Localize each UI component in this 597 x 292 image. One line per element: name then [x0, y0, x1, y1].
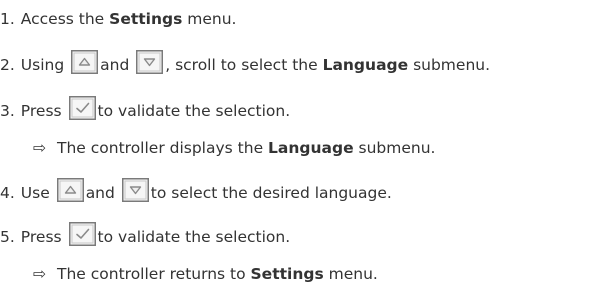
result-text: The controller displays the [57, 139, 269, 157]
step-text: Access the [20, 10, 110, 28]
up-button-icon [71, 50, 99, 74]
step-text: Use [20, 184, 55, 202]
step-text: submenu. [408, 56, 491, 74]
settings-term: Settings [250, 265, 324, 283]
result-text: The controller returns to [57, 265, 251, 283]
step-5: 5. Press to validate the selection. [0, 222, 290, 252]
ok-button-icon [68, 222, 96, 246]
step-5-result: ⇨ The controller returns to Settings men… [33, 262, 378, 286]
step-number: 5. [0, 228, 15, 246]
step-number: 4. [0, 184, 15, 202]
ok-button-icon [68, 96, 96, 120]
step-text: and [85, 184, 120, 202]
step-1: 1. Access the Settings menu. [0, 4, 236, 34]
language-term: Language [322, 56, 409, 74]
result-text: menu. [323, 265, 378, 283]
step-text: to validate the selection. [97, 228, 291, 246]
result-text: submenu. [353, 139, 436, 157]
step-text: Using [20, 56, 70, 74]
up-button-icon [56, 178, 84, 202]
step-3-result: ⇨ The controller displays the Language s… [33, 136, 435, 160]
step-text: to select the desired language. [150, 184, 392, 202]
down-button-icon [121, 178, 149, 202]
step-3: 3. Press to validate the selection. [0, 96, 290, 126]
result-arrow-icon: ⇨ [33, 265, 46, 283]
language-term: Language [268, 139, 354, 157]
down-button-icon [136, 50, 164, 74]
step-text: to validate the selection. [97, 102, 291, 120]
step-number: 3. [0, 102, 15, 120]
result-arrow-icon: ⇨ [33, 139, 46, 157]
step-text: and [100, 56, 135, 74]
step-text: , scroll to select the [165, 56, 323, 74]
step-number: 1. [0, 10, 15, 28]
step-text: Press [20, 102, 67, 120]
step-text: Press [20, 228, 67, 246]
step-4: 4. Use and to select the desired languag… [0, 178, 392, 208]
step-text: menu. [182, 10, 237, 28]
step-number: 2. [0, 56, 15, 74]
step-2: 2. Using and , scroll to select the Lang… [0, 50, 490, 80]
settings-term: Settings [109, 10, 183, 28]
